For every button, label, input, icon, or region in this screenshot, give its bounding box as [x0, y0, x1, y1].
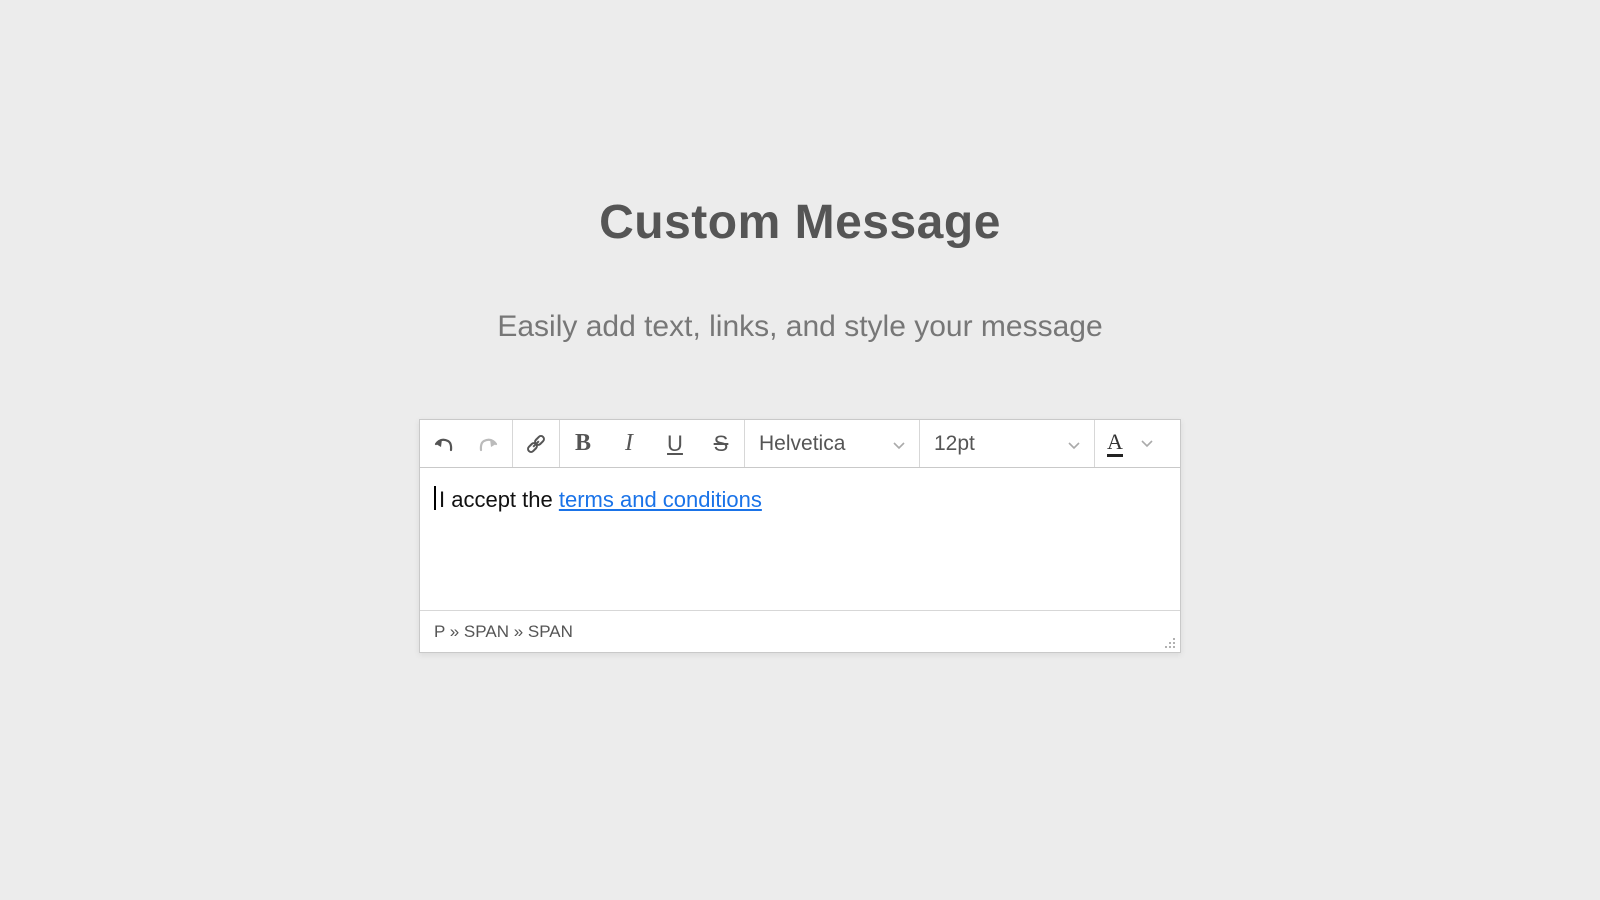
- bold-button[interactable]: B: [560, 420, 606, 467]
- element-path[interactable]: P » SPAN » SPAN: [434, 622, 573, 642]
- bold-icon: B: [575, 430, 591, 457]
- link-icon: [524, 432, 548, 456]
- editor-textarea[interactable]: I accept the terms and conditions: [420, 468, 1180, 610]
- insert-link-button[interactable]: [513, 420, 559, 467]
- redo-button[interactable]: [466, 420, 512, 467]
- editor-statusbar: P » SPAN » SPAN: [420, 610, 1180, 652]
- underline-button[interactable]: U: [652, 420, 698, 467]
- toolbar-group-text-color: A: [1095, 420, 1180, 467]
- font-size-select[interactable]: 12pt: [920, 420, 1094, 467]
- chevron-down-icon: [1141, 435, 1153, 453]
- strikethrough-icon: S: [714, 431, 729, 457]
- editor-link[interactable]: terms and conditions: [559, 487, 762, 512]
- text-color-icon: A: [1107, 431, 1123, 457]
- page-subtitle: Easily add text, links, and style your m…: [497, 310, 1102, 344]
- toolbar-group-link: [513, 420, 560, 467]
- toolbar-group-font-family: Helvetica: [745, 420, 920, 467]
- redo-icon: [477, 433, 501, 455]
- font-family-value: Helvetica: [759, 432, 845, 456]
- underline-icon: U: [667, 431, 683, 457]
- toolbar-group-formatting: B I U S: [560, 420, 745, 467]
- italic-button[interactable]: I: [606, 420, 652, 467]
- editor-text: I accept the: [439, 487, 559, 512]
- strikethrough-button[interactable]: S: [698, 420, 744, 467]
- toolbar-group-history: [420, 420, 513, 467]
- resize-handle[interactable]: [1162, 634, 1176, 648]
- toolbar-group-font-size: 12pt: [920, 420, 1095, 467]
- italic-icon: I: [625, 430, 633, 457]
- font-family-select[interactable]: Helvetica: [745, 420, 919, 467]
- undo-button[interactable]: [420, 420, 466, 467]
- page-title: Custom Message: [599, 195, 1001, 250]
- font-size-value: 12pt: [934, 432, 975, 456]
- editor-toolbar: B I U S Helvetica: [420, 420, 1180, 468]
- undo-icon: [431, 433, 455, 455]
- text-cursor: [434, 486, 436, 510]
- chevron-down-icon: [1068, 432, 1080, 456]
- rich-text-editor: B I U S Helvetica: [419, 419, 1181, 653]
- chevron-down-icon: [893, 432, 905, 456]
- text-color-button[interactable]: A: [1095, 420, 1180, 467]
